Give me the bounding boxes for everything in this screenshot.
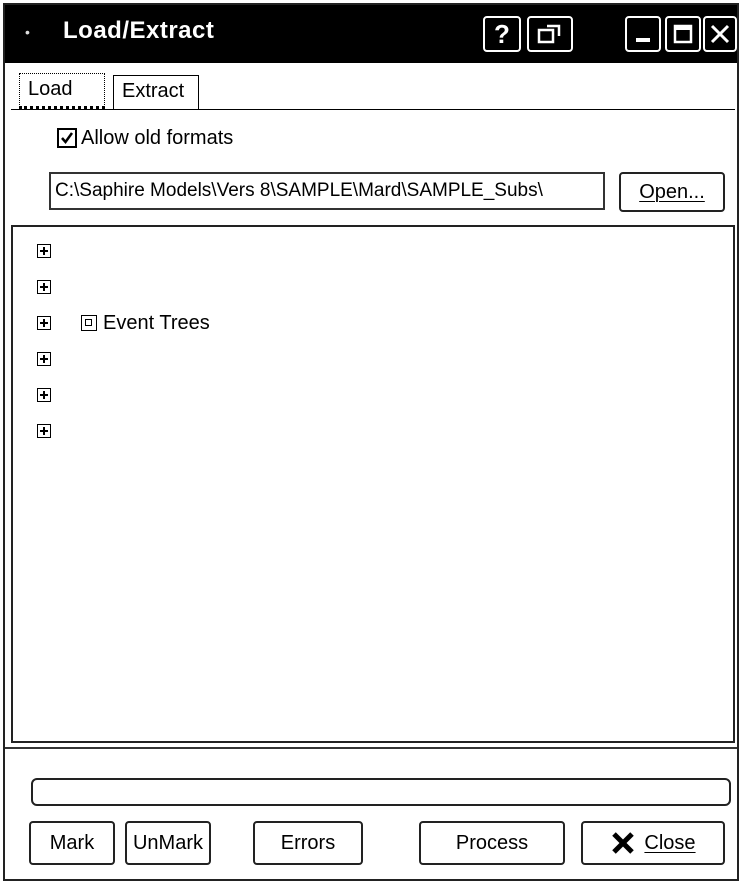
restore-icon [537,24,561,44]
open-button[interactable]: Open... [619,172,725,212]
mark-button-label: Mark [49,831,95,854]
separator [5,747,737,749]
mark-button[interactable]: Mark [29,821,115,865]
checkmark-icon [61,132,74,145]
errors-button-label: Errors [280,831,336,854]
expand-plus-icon[interactable] [37,316,51,330]
tab-load-label: Load [28,78,73,100]
restore-context-button[interactable] [527,16,573,52]
allow-old-formats-label: Allow old formats [81,126,234,149]
unmark-button-label: UnMark [132,831,203,854]
tab-panel-border [11,109,735,110]
progress-bar [31,778,731,806]
errors-button[interactable]: Errors [253,821,363,865]
tab-load[interactable]: Load [19,73,105,109]
close-icon [710,24,730,44]
allow-old-formats-checkbox[interactable] [57,128,77,148]
tree-node[interactable] [37,347,51,371]
data-type-tree[interactable]: Event Trees [11,225,735,743]
expand-plus-icon[interactable] [37,244,51,258]
tab-extract-label: Extract [122,80,185,102]
tree-node-label: Event Trees [103,311,210,334]
maximize-button[interactable] [665,16,701,52]
close-button[interactable]: Close [581,821,725,865]
help-icon: ? [494,19,510,49]
minimize-button[interactable] [625,16,661,52]
help-button[interactable]: ? [483,16,521,52]
unmark-button[interactable]: UnMark [125,821,211,865]
expand-plus-icon[interactable] [37,424,51,438]
file-path-field[interactable]: C:\Saphire Models\Vers 8\SAMPLE\Mard\SAM… [49,172,605,210]
tree-node[interactable] [37,239,51,263]
close-window-button[interactable] [703,16,737,52]
tree-node[interactable] [37,275,51,299]
maximize-icon [673,24,693,44]
tree-node-event-trees[interactable]: Event Trees [37,311,210,335]
title-bar[interactable]: • Load/Extract ? [5,5,737,63]
expand-plus-icon[interactable] [37,280,51,294]
window-title: Load/Extract [63,17,215,44]
app-icon: • [25,24,30,40]
tree-node[interactable] [37,383,51,407]
load-extract-window: • Load/Extract ? Load Extract Allow old … [3,3,739,881]
minimize-icon [636,38,650,42]
tab-extract[interactable]: Extract [113,75,199,109]
event-tree-icon [81,315,97,331]
allow-old-formats-row: Allow old formats [57,126,233,150]
expand-plus-icon[interactable] [37,388,51,402]
close-x-icon [612,832,635,854]
open-button-label: Open... [639,180,705,203]
close-button-label: Close [644,831,696,854]
process-button-label: Process [455,831,529,854]
tree-node[interactable] [37,419,51,443]
expand-plus-icon[interactable] [37,352,51,366]
process-button[interactable]: Process [419,821,565,865]
